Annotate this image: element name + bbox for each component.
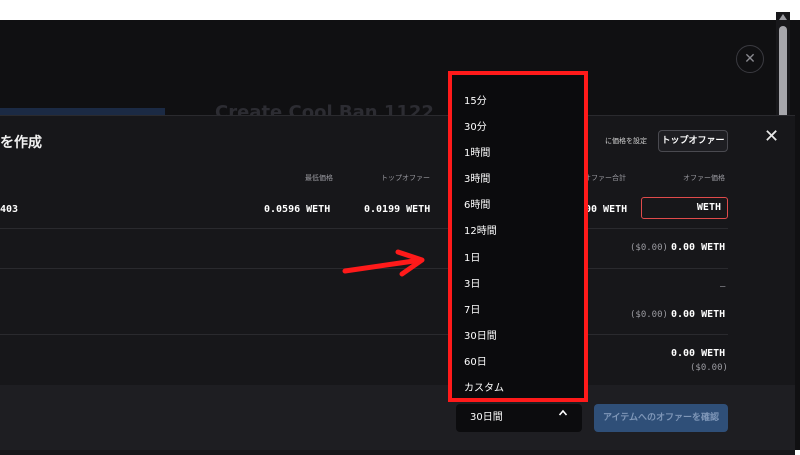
background-heading: Create Cool Ban 1122 <box>215 102 434 116</box>
close-icon: ✕ <box>744 51 756 67</box>
total-usd: ($0.00) <box>690 363 728 373</box>
set-price-label: に価格を設定 <box>605 137 647 145</box>
window-top-strip <box>0 0 800 20</box>
scroll-up-icon[interactable] <box>779 14 787 20</box>
annotation-arrow-icon <box>342 249 425 277</box>
header-floor-price: 最低価格 <box>305 174 333 182</box>
offer-price-input[interactable]: WETH <box>641 197 728 219</box>
modal-title: を作成 <box>0 135 42 151</box>
summary-dash: – <box>720 282 726 292</box>
close-icon: ✕ <box>764 126 780 147</box>
outer-close-button[interactable]: ✕ <box>736 45 764 73</box>
top-offer-value: 0.0199 WETH <box>364 204 431 215</box>
chevron-up-icon[interactable] <box>558 408 568 421</box>
top-offer-button[interactable]: トップオファー <box>658 130 728 152</box>
summary-amount: 0.00 WETH <box>671 309 726 320</box>
header-top-offer: トップオファー <box>381 174 430 182</box>
floor-price-value: 0.0596 WETH <box>264 204 331 215</box>
modal-close-button[interactable]: ✕ <box>764 126 779 147</box>
divider <box>0 334 728 335</box>
total-amount: 0.00 WETH <box>671 348 726 359</box>
header-offer-price: オファー価格 <box>683 174 725 182</box>
offer-total-value: 00 WETH <box>585 204 628 215</box>
divider <box>0 228 728 229</box>
header-offer-total: オファー合計 <box>584 174 626 182</box>
highlight-box <box>448 71 588 402</box>
summary-amount: 0.00 WETH <box>671 242 726 253</box>
item-name: 403 <box>0 204 19 215</box>
summary-usd: ($0.00) <box>630 310 668 320</box>
summary-usd: ($0.00) <box>630 243 668 253</box>
confirm-offer-button[interactable]: アイテムへのオファーを確認 <box>594 404 728 432</box>
